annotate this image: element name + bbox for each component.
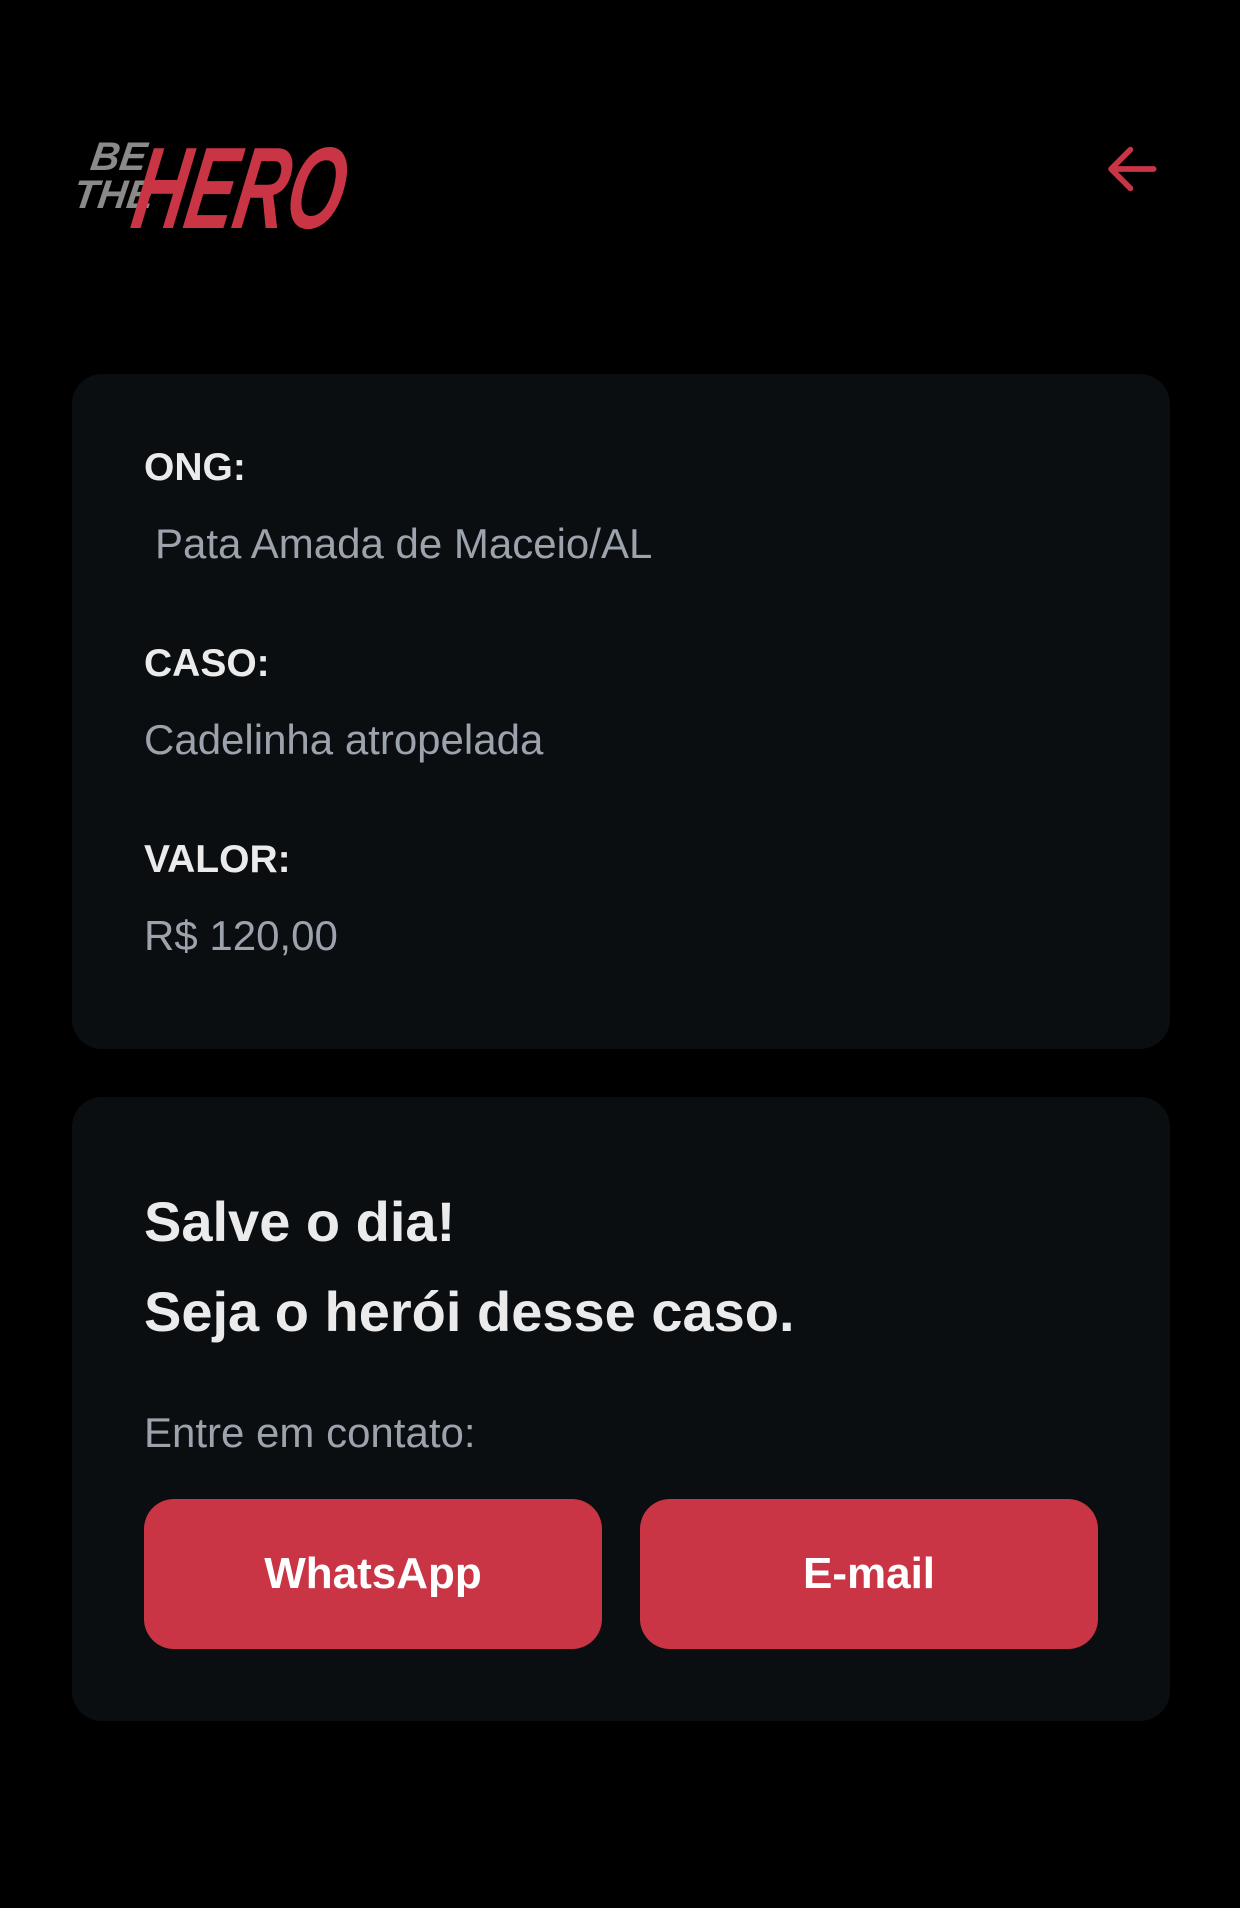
- contact-subtitle: Entre em contato:: [144, 1409, 476, 1456]
- value-field: VALOR: R$ 120,00: [144, 836, 1098, 962]
- case-field: CASO: Cadelinha atropelada: [144, 640, 1098, 766]
- ong-field: ONG: Pata Amada de Maceio/AL: [144, 444, 1098, 570]
- arrow-left-icon: [1108, 146, 1157, 192]
- value-label: VALOR:: [144, 838, 291, 881]
- contact-actions: WhatsApp E-mail: [144, 1499, 1098, 1649]
- case-value: Cadelinha atropelada: [144, 716, 544, 763]
- email-button[interactable]: E-mail: [640, 1499, 1098, 1649]
- be-the-hero-logo: BE THE HERO: [72, 108, 372, 240]
- contact-title-line1: Salve o dia!: [144, 1190, 456, 1253]
- contact-card: Salve o dia! Seja o herói desse caso. En…: [72, 1097, 1170, 1721]
- incident-card: ONG: Pata Amada de Maceio/AL CASO: Cadel…: [72, 374, 1170, 1049]
- ong-value: Pata Amada de Maceio/AL: [155, 520, 653, 567]
- back-button[interactable]: [1098, 134, 1168, 204]
- case-label: CASO:: [144, 642, 270, 685]
- whatsapp-button[interactable]: WhatsApp: [144, 1499, 602, 1649]
- contact-title-line2: Seja o herói desse caso.: [144, 1280, 795, 1343]
- ong-label: ONG:: [144, 446, 246, 489]
- logo-hero-text: HERO: [124, 123, 357, 240]
- value-amount: R$ 120,00: [144, 912, 338, 959]
- app-header: BE THE HERO: [72, 96, 1168, 246]
